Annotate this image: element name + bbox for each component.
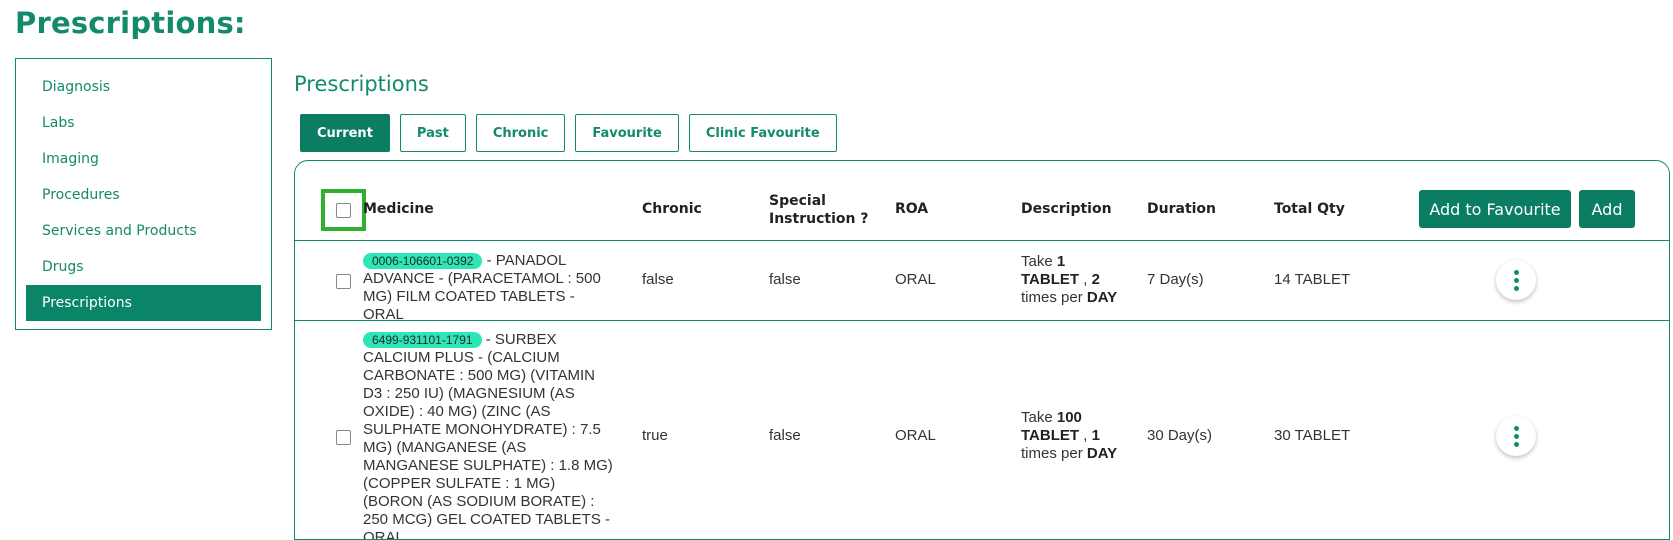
chronic-cell: false — [642, 271, 674, 288]
more-vertical-icon — [1513, 425, 1519, 447]
description-cell: Take 1 TABLET , 2 times per DAY — [1021, 253, 1131, 307]
tab-chronic[interactable]: Chronic — [475, 114, 566, 152]
tab-current[interactable]: Current — [300, 114, 390, 152]
section-title: Prescriptions — [294, 72, 429, 96]
medicine-cell: 0006-106601-0392 - PANADOL ADVANCE - (PA… — [363, 252, 613, 324]
tab-bar: Current Past Chronic Favourite Clinic Fa… — [300, 114, 837, 152]
desc-period: DAY — [1086, 445, 1118, 462]
desc-take: Take — [1021, 409, 1053, 426]
sidebar-item-diagnosis[interactable]: Diagnosis — [26, 69, 261, 105]
row-actions-menu-button[interactable] — [1496, 416, 1536, 456]
desc-take: Take — [1021, 253, 1053, 270]
total-qty-cell: 30 TABLET — [1274, 427, 1351, 444]
tab-favourite[interactable]: Favourite — [575, 114, 679, 152]
tab-clinic-favourite[interactable]: Clinic Favourite — [688, 114, 837, 152]
header-total-qty: Total Qty — [1274, 201, 1345, 217]
chronic-cell: true — [642, 427, 668, 444]
add-button[interactable]: Add — [1579, 190, 1635, 228]
desc-times-per: times per — [1021, 445, 1083, 462]
roa-cell: ORAL — [895, 427, 936, 444]
desc-unit: TABLET — [1021, 271, 1080, 288]
roa-cell: ORAL — [895, 271, 936, 288]
sidebar-item-imaging[interactable]: Imaging — [26, 141, 261, 177]
desc-unit: TABLET — [1021, 427, 1080, 444]
desc-sep: , — [1079, 427, 1092, 444]
row-checkbox[interactable] — [336, 274, 351, 289]
description-cell: Take 100 TABLET , 1 times per DAY — [1021, 409, 1131, 463]
add-to-favourite-button[interactable]: Add to Favourite — [1419, 190, 1571, 228]
header-special-line2: Instruction ? — [769, 211, 869, 227]
special-instruction-cell: false — [769, 271, 801, 288]
more-vertical-icon — [1513, 269, 1519, 291]
page-title: Prescriptions: — [15, 6, 246, 40]
header-special-line1: Special — [769, 193, 826, 209]
table-row: 6499-931101-1791 - SURBEX CALCIUM PLUS -… — [295, 321, 1669, 540]
medicine-code-badge: 0006-106601-0392 — [363, 253, 483, 269]
duration-cell: 30 Day(s) — [1147, 427, 1213, 444]
row-checkbox[interactable] — [336, 430, 351, 445]
header-duration: Duration — [1147, 201, 1217, 217]
header-medicine: Medicine — [363, 201, 434, 217]
medicine-code-badge: 6499-931101-1791 — [363, 332, 482, 348]
duration-cell: 7 Day(s) — [1147, 271, 1204, 288]
header-roa: ROA — [895, 201, 929, 217]
desc-times-per: times per — [1021, 289, 1083, 306]
tab-past[interactable]: Past — [399, 114, 466, 152]
table-row: 0006-106601-0392 - PANADOL ADVANCE - (PA… — [295, 241, 1669, 324]
header-chronic: Chronic — [642, 201, 702, 217]
select-all-checkbox[interactable] — [336, 203, 351, 218]
sidebar-item-drugs[interactable]: Drugs — [26, 249, 261, 285]
header-description: Description — [1021, 201, 1112, 217]
desc-qty: 100 — [1056, 409, 1082, 426]
medicine-description: - SURBEX CALCIUM PLUS - (CALCIUM CARBONA… — [363, 331, 613, 540]
desc-times: 2 — [1091, 271, 1100, 288]
desc-times: 1 — [1091, 427, 1100, 444]
sidebar-item-procedures[interactable]: Procedures — [26, 177, 261, 213]
special-instruction-cell: false — [769, 427, 801, 444]
table-header-row: Medicine Chronic Special Instruction ? R… — [295, 161, 1669, 241]
desc-sep: , — [1079, 271, 1092, 288]
row-actions-menu-button[interactable] — [1496, 260, 1536, 300]
sidebar-item-prescriptions[interactable]: Prescriptions — [26, 285, 261, 321]
desc-period: DAY — [1086, 289, 1118, 306]
total-qty-cell: 14 TABLET — [1274, 271, 1351, 288]
sidebar-item-labs[interactable]: Labs — [26, 105, 261, 141]
sidebar: Diagnosis Labs Imaging Procedures Servic… — [15, 58, 272, 330]
prescriptions-table: Medicine Chronic Special Instruction ? R… — [294, 160, 1670, 540]
sidebar-item-services-and-products[interactable]: Services and Products — [26, 213, 261, 249]
desc-qty: 1 — [1056, 253, 1066, 270]
header-special-instruction: Special Instruction ? — [769, 192, 868, 228]
medicine-cell: 6499-931101-1791 - SURBEX CALCIUM PLUS -… — [363, 331, 613, 540]
